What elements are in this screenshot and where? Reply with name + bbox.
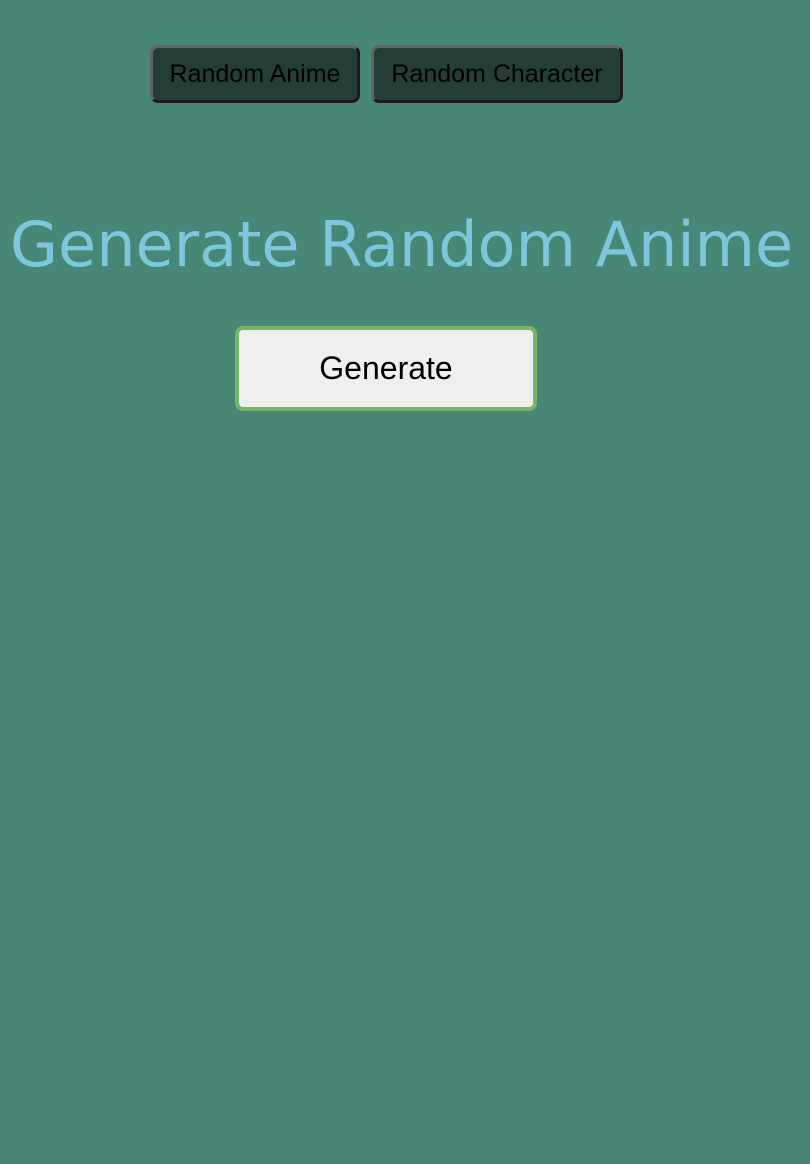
generate-button[interactable]: Generate (235, 326, 537, 411)
top-nav: Random Anime Random Character (150, 45, 623, 103)
random-anime-button[interactable]: Random Anime (150, 45, 360, 103)
random-character-button[interactable]: Random Character (371, 45, 623, 103)
page-title: Generate Random Anime (10, 208, 794, 281)
